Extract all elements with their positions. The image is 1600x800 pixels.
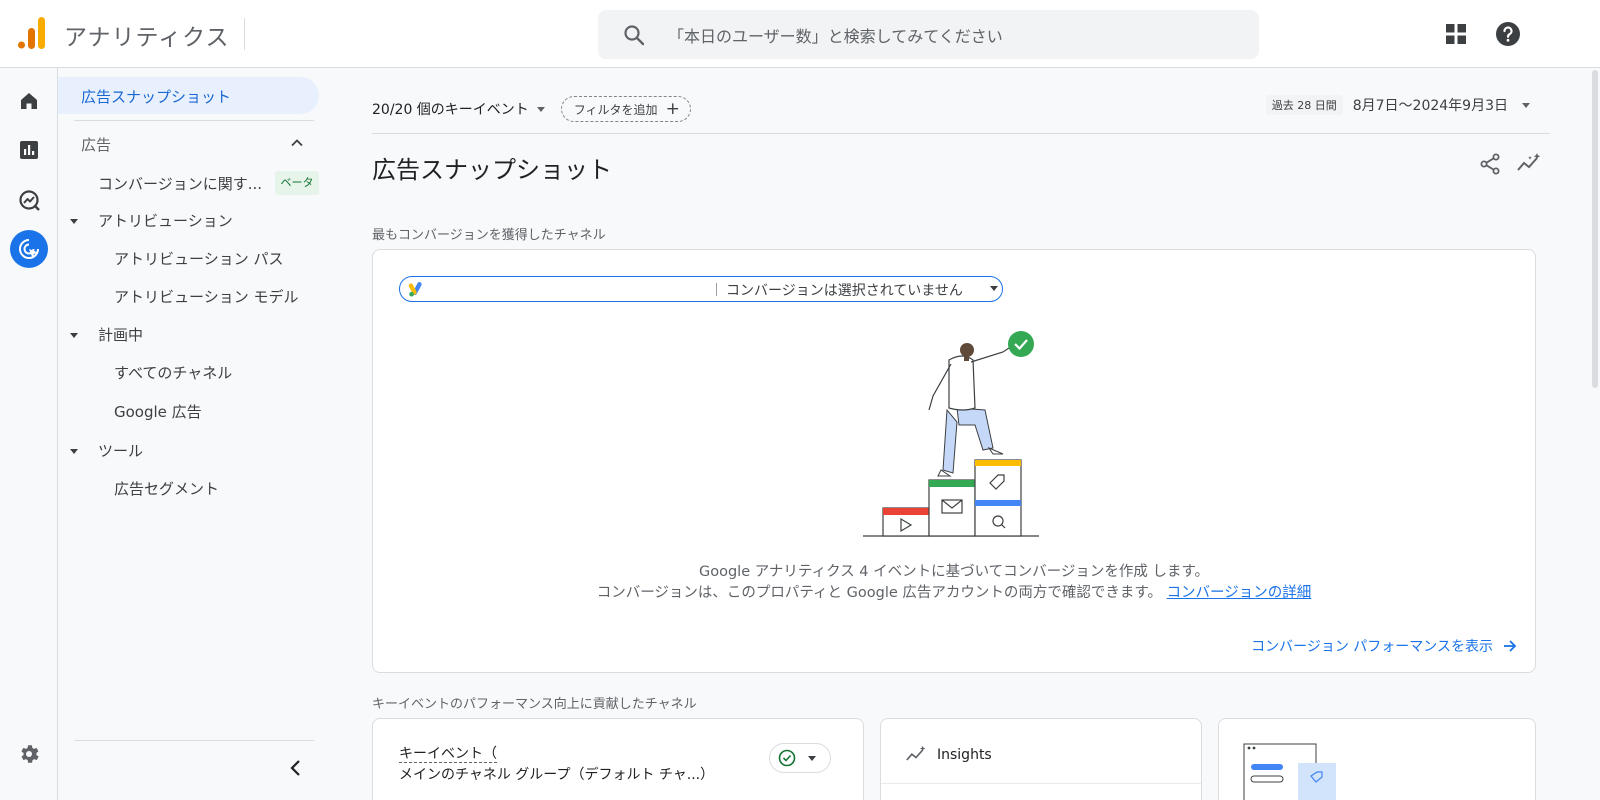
- top-bar: アナリティクス 「本日のユーザー数」と検索してみてください: [0, 0, 1600, 68]
- key-event-selector-label: 20/20 個のキーイベント: [372, 102, 529, 118]
- caret-down-icon: [808, 756, 816, 761]
- advertising-icon: [19, 239, 39, 259]
- promo-card: [1218, 718, 1536, 800]
- view-conversion-performance-label: コンバージョン パフォーマンスを表示: [1251, 639, 1493, 655]
- arrow-right-icon: [1504, 640, 1517, 652]
- channel-group-selector[interactable]: メインのチャネル グループ（デフォルト チャ...）: [399, 764, 714, 784]
- nav-item-ads-snapshot[interactable]: 広告スナップショット: [58, 77, 319, 114]
- insights-title: Insights: [937, 747, 992, 763]
- plus-icon: +: [665, 98, 680, 119]
- caret-down-icon: [536, 106, 545, 112]
- conversion-selector-label: コンバージョンは選択されていません: [726, 283, 963, 299]
- caret-down-icon[interactable]: [70, 333, 78, 338]
- channel-group-label: メインのチャネル グループ（デフォルト チャ...）: [399, 767, 715, 783]
- sub-navigation: 広告スナップショット 広告 コンバージョンに関す... ベータ アトリビューショ…: [58, 68, 330, 800]
- app-title: アナリティクス: [64, 25, 230, 51]
- empty-state-line-2: コンバージョンは、このプロパティと Google 広告アカウントの両方で確認でき…: [373, 581, 1535, 602]
- insights-icon: [906, 745, 926, 761]
- selector-divider: [716, 283, 717, 296]
- rail-explore-button[interactable]: [10, 181, 48, 219]
- search-icon: [624, 25, 645, 46]
- caret-down-icon[interactable]: [70, 219, 78, 224]
- reports-icon: [20, 141, 38, 159]
- rail-reports-button[interactable]: [10, 131, 48, 169]
- left-rail: [0, 68, 58, 800]
- top-channels-card: コンバージョンは選択されていません Google アナリティクス 4 イベントに…: [372, 249, 1536, 673]
- nav-section-ads[interactable]: 広告: [81, 134, 306, 155]
- view-conversion-performance-link[interactable]: コンバージョン パフォーマンスを表示: [1251, 636, 1517, 656]
- key-event-card-title-line-1[interactable]: キーイベント（: [399, 746, 497, 763]
- chevron-up-icon: [291, 139, 303, 147]
- nav-item-google-ads[interactable]: Google 広告: [114, 401, 202, 422]
- caret-down-icon: [1522, 102, 1530, 108]
- nav-divider: [74, 740, 314, 741]
- nav-item-attribution-models[interactable]: アトリビューション モデル: [114, 286, 298, 307]
- home-icon: [21, 93, 37, 109]
- add-filter-label: フィルタを追加: [573, 102, 658, 117]
- nav-group-tools[interactable]: ツール: [98, 440, 143, 461]
- nav-item-label: 広告スナップショット: [81, 88, 232, 106]
- nav-divider: [74, 120, 314, 121]
- filter-row: 20/20 個のキーイベント フィルタを追加 +: [372, 96, 691, 122]
- explore-icon: [19, 190, 40, 211]
- apps-grid-icon[interactable]: [1444, 22, 1468, 46]
- key-event-channels-card: キーイベント（ メインのチャネル グループ（デフォルト チャ...）: [372, 718, 864, 800]
- conversion-details-link[interactable]: コンバージョンの詳細: [1167, 585, 1312, 601]
- analytics-logo[interactable]: [16, 17, 46, 49]
- main-content: 20/20 個のキーイベント フィルタを追加 + 過去 28 日間 8月7日～2…: [330, 68, 1600, 800]
- beta-badge: ベータ: [275, 171, 319, 195]
- chevron-left-icon[interactable]: [284, 756, 308, 780]
- share-icon[interactable]: [1478, 152, 1502, 176]
- header-divider: [372, 133, 1550, 134]
- rail-home-button[interactable]: [10, 82, 48, 120]
- date-range-picker[interactable]: 過去 28 日間 8月7日～2024年9月3日: [1265, 95, 1530, 115]
- date-range-badge: 過去 28 日間: [1265, 95, 1343, 115]
- rail-advertising-button[interactable]: [10, 230, 48, 268]
- nav-item-conversions[interactable]: コンバージョンに関す...: [98, 173, 262, 194]
- search-input[interactable]: 「本日のユーザー数」と検索してみてください: [668, 23, 1003, 47]
- nav-item-all-channels[interactable]: すべてのチャネル: [114, 362, 232, 383]
- nav-group-planning[interactable]: 計画中: [98, 324, 143, 345]
- promo-illustration: [1243, 743, 1336, 800]
- nav-group-attribution[interactable]: アトリビューション: [98, 210, 233, 231]
- date-range-text: 8月7日～2024年9月3日: [1352, 98, 1508, 114]
- insights-card: Insights: [880, 718, 1202, 800]
- add-filter-button[interactable]: フィルタを追加 +: [560, 96, 691, 122]
- google-ads-icon: [408, 282, 422, 297]
- nav-item-ad-segments[interactable]: 広告セグメント: [114, 478, 219, 499]
- check-circle-icon: [778, 749, 796, 767]
- empty-state-illustration: [863, 331, 1039, 537]
- conversion-selector[interactable]: コンバージョンは選択されていません: [399, 276, 1003, 302]
- key-event-card-title: キーイベント（: [399, 743, 497, 763]
- help-icon[interactable]: [1495, 21, 1521, 47]
- empty-state-line-2-text: コンバージョンは、このプロパティと Google 広告アカウントの両方で確認でき…: [596, 585, 1162, 601]
- card-divider: [881, 783, 1201, 784]
- empty-state-line-1: Google アナリティクス 4 イベントに基づいてコンバージョンを作成 します…: [698, 564, 1210, 580]
- caret-down-icon: [990, 286, 998, 291]
- section-label: 最もコンバージョンを獲得したチャネル: [372, 228, 606, 243]
- page-title: 広告スナップショット: [372, 156, 612, 184]
- settings-icon[interactable]: [17, 742, 41, 766]
- search-box[interactable]: 「本日のユーザー数」と検索してみてください: [598, 10, 1259, 59]
- nav-section-label: 広告: [81, 136, 112, 154]
- scrollbar-thumb[interactable]: [1592, 70, 1598, 388]
- insights-icon[interactable]: [1516, 152, 1542, 176]
- key-event-selector[interactable]: 20/20 個のキーイベント: [372, 99, 545, 119]
- comparison-toggle[interactable]: [769, 743, 831, 773]
- nav-item-attribution-paths[interactable]: アトリビューション パス: [114, 248, 283, 269]
- section-label: キーイベントのパフォーマンス向上に貢献したチャネル: [372, 697, 697, 712]
- caret-down-icon[interactable]: [70, 449, 78, 454]
- title-divider: [244, 18, 245, 50]
